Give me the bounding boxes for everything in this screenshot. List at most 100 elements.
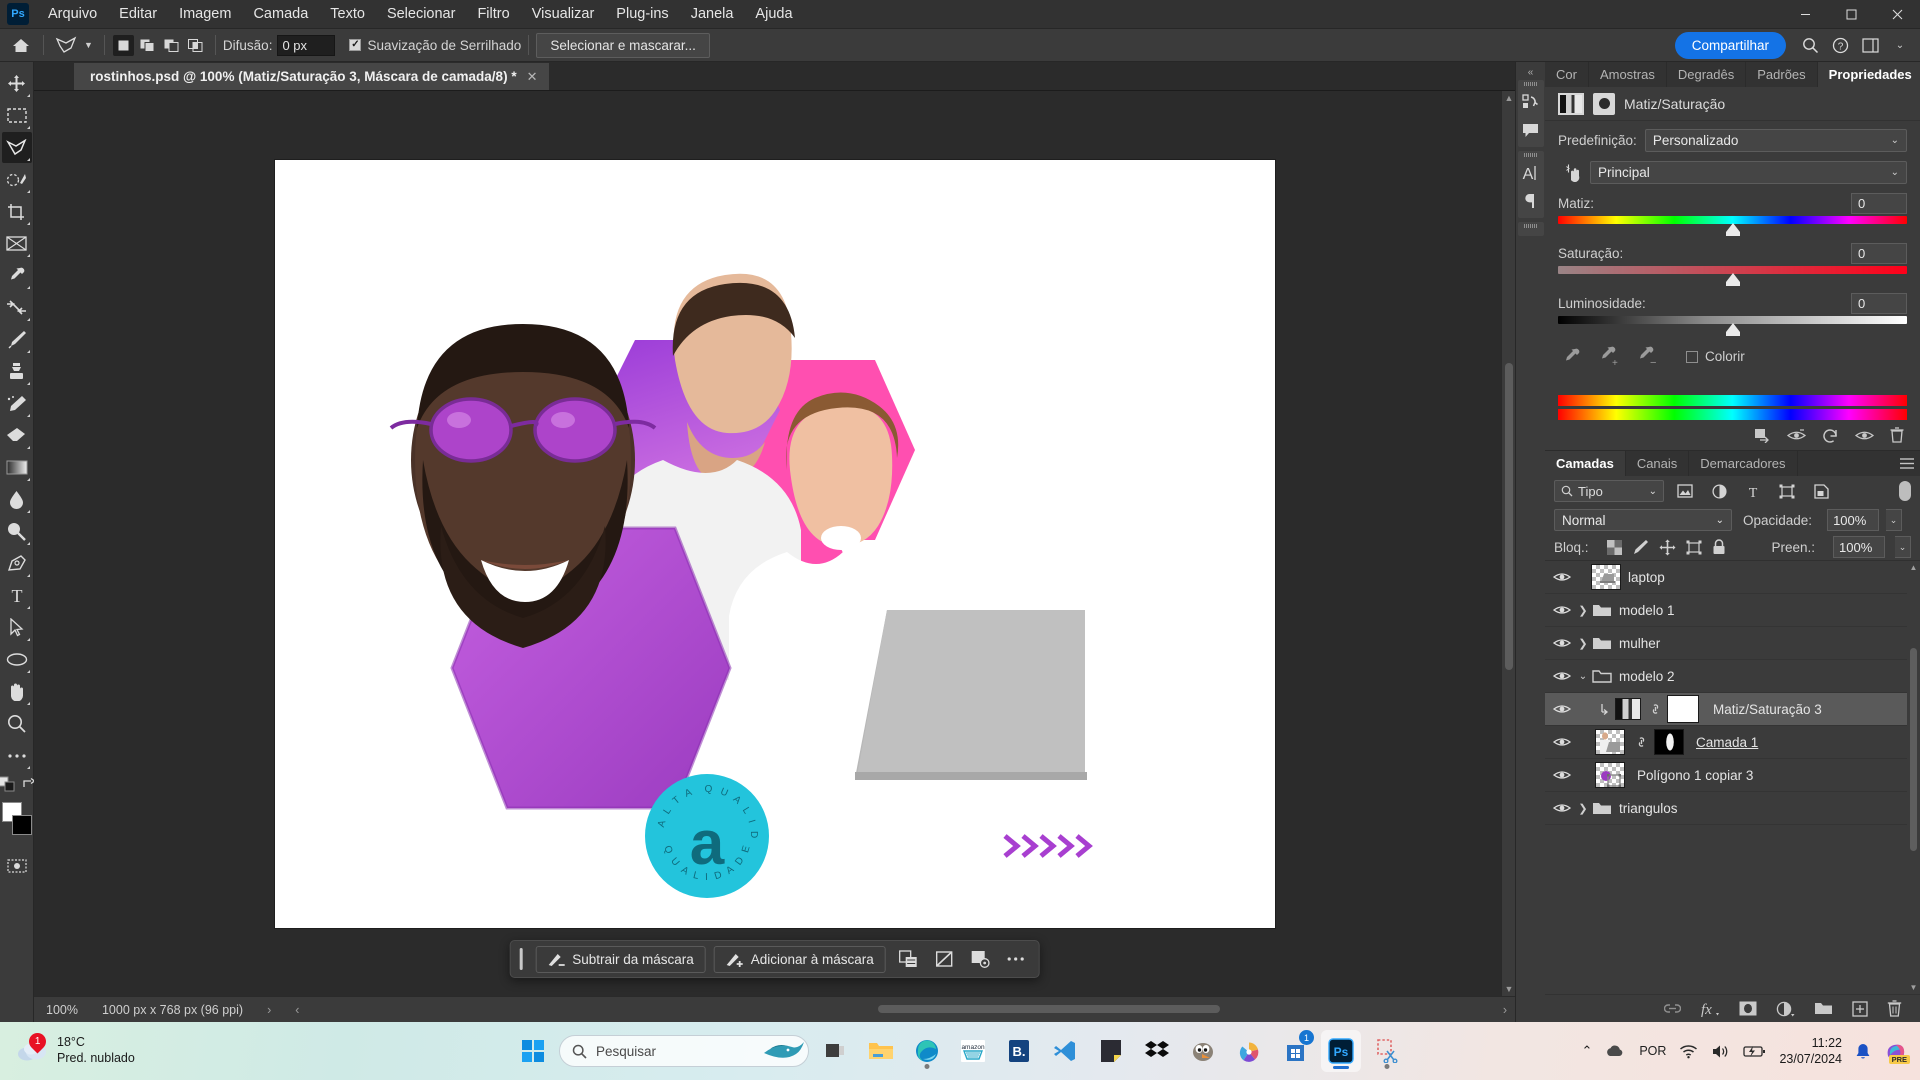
panel-menu-icon[interactable] [1894, 451, 1920, 476]
toggle-visibility-prev-icon[interactable] [1787, 428, 1806, 442]
layers-scrollbar[interactable]: ▲ ▼ [1907, 561, 1920, 994]
close-icon[interactable]: ✕ [527, 69, 538, 85]
panel-grip[interactable] [1518, 151, 1544, 159]
home-icon[interactable] [6, 32, 36, 58]
opacity-value[interactable]: 100% [1827, 509, 1880, 531]
channel-select[interactable]: Principal ⌄ [1590, 161, 1907, 184]
scroll-up-icon[interactable]: ▲ [1907, 561, 1920, 574]
mask-apply-icon[interactable] [966, 946, 994, 972]
new-layer-icon[interactable] [1852, 1000, 1868, 1017]
layer-row-mulher[interactable]: ❯ mulher [1545, 627, 1920, 660]
workspace-icon[interactable] [1856, 31, 1884, 59]
marquee-tool[interactable] [2, 100, 32, 131]
eye-icon[interactable] [1549, 703, 1575, 715]
scroll-thumb[interactable] [1505, 362, 1513, 671]
battery-charging-icon[interactable] [1743, 1044, 1766, 1058]
layer-row-modelo-1[interactable]: ❯ modelo 1 [1545, 594, 1920, 627]
disclosure-icon[interactable]: ⌄ [1575, 671, 1591, 682]
layer-name[interactable]: Polígono 1 copiar 3 [1637, 768, 1753, 783]
frame-tool[interactable] [2, 228, 32, 259]
panel-grip[interactable] [1518, 80, 1544, 88]
history-brush-tool[interactable] [2, 388, 32, 419]
lasso-tool[interactable] [1, 132, 32, 163]
layer-name[interactable]: Matiz/Saturação 3 [1713, 702, 1822, 717]
search-input[interactable]: Pesquisar [559, 1035, 809, 1067]
menu-imagem[interactable]: Imagem [168, 2, 242, 26]
maximize-button[interactable] [1828, 0, 1874, 29]
type-tool[interactable]: T [2, 580, 32, 611]
saturation-slider-knob[interactable] [1725, 273, 1740, 286]
lightness-slider-knob[interactable] [1725, 323, 1740, 336]
add-mask-icon[interactable] [1739, 1001, 1757, 1016]
more-options-icon[interactable] [1002, 946, 1030, 972]
brush-tool[interactable] [2, 324, 32, 355]
reset-icon[interactable] [1822, 428, 1839, 443]
menu-texto[interactable]: Texto [319, 2, 376, 26]
layer-row-matiz-saturacao-3[interactable]: Matiz/Saturação 3 [1545, 693, 1920, 726]
lock-artboard-icon[interactable] [1686, 540, 1702, 555]
layer-mask-thumbnail[interactable] [1667, 695, 1699, 723]
scroll-thumb[interactable] [1910, 647, 1917, 852]
status-next-icon[interactable]: › [1503, 1003, 1515, 1017]
path-selection-tool[interactable] [2, 612, 32, 643]
character-icon[interactable]: A [1518, 159, 1544, 187]
snipping-tool-icon[interactable] [1367, 1030, 1407, 1072]
menu-editar[interactable]: Editar [108, 2, 168, 26]
tray-expand-icon[interactable]: ⌃ [1581, 1043, 1592, 1059]
mask-settings-icon[interactable] [894, 946, 922, 972]
canvas-horizontal-scrollbar[interactable] [674, 1003, 1489, 1015]
link-icon[interactable] [1632, 735, 1650, 749]
layer-name[interactable]: laptop [1628, 570, 1665, 585]
layer-style-fx-icon[interactable]: fx [1700, 1000, 1720, 1017]
volume-icon[interactable] [1711, 1044, 1730, 1059]
fill-value[interactable]: 100% [1833, 536, 1885, 558]
tab-canais[interactable]: Canais [1626, 451, 1690, 476]
default-colors-icon[interactable] [0, 776, 16, 792]
eyedropper-icon[interactable] [1562, 347, 1581, 366]
layer-name[interactable]: mulher [1619, 636, 1660, 651]
vscode-icon[interactable] [1045, 1030, 1085, 1072]
pixel-filter-icon[interactable] [1672, 480, 1698, 502]
ellipse-tool[interactable] [2, 644, 32, 675]
selection-intersect-icon[interactable] [185, 35, 206, 56]
lightness-value[interactable]: 0 [1851, 293, 1907, 314]
antialias-checkbox[interactable]: Suavização de Serrilhado [349, 38, 521, 53]
eye-icon[interactable] [1549, 637, 1575, 649]
menu-filtro[interactable]: Filtro [466, 2, 520, 26]
eye-icon[interactable] [1549, 571, 1575, 583]
hue-range-bar-top[interactable] [1558, 395, 1907, 406]
status-collapse-icon[interactable]: ‹ [283, 1003, 311, 1017]
eye-icon[interactable] [1549, 736, 1575, 748]
hue-slider[interactable] [1558, 216, 1907, 236]
eye-icon[interactable] [1549, 670, 1575, 682]
blur-tool[interactable] [2, 484, 32, 515]
eyedropper-subtract-icon[interactable]: − [1636, 346, 1657, 367]
mask-floating-toolbar[interactable]: Subtrair da máscara Adicionar à máscara [509, 940, 1040, 978]
layer-thumbnail[interactable] [1595, 762, 1625, 788]
layer-list[interactable]: laptop ❯ modelo 1 ❯ mulher ⌄ modelo 2 Ma… [1545, 560, 1920, 994]
zoom-tool[interactable] [2, 708, 32, 739]
share-button[interactable]: Compartilhar [1674, 31, 1786, 59]
menu-visualizar[interactable]: Visualizar [521, 2, 606, 26]
eye-icon[interactable] [1549, 802, 1575, 814]
subtract-from-mask-button[interactable]: Subtrair da máscara [535, 945, 706, 973]
eye-icon[interactable] [1549, 604, 1575, 616]
adjustment-thumbnail[interactable] [1615, 698, 1641, 720]
hand-tool[interactable] [2, 676, 32, 707]
scroll-thumb[interactable] [877, 1005, 1221, 1013]
layer-row-triangulos[interactable]: ❯ triangulos [1545, 792, 1920, 825]
comments-icon[interactable] [1518, 116, 1544, 144]
krita-icon[interactable] [1229, 1030, 1269, 1072]
scroll-down-icon[interactable]: ▼ [1907, 981, 1920, 994]
layer-name[interactable]: modelo 1 [1619, 603, 1675, 618]
file-explorer-icon[interactable] [861, 1030, 901, 1072]
layer-thumbnail[interactable] [1591, 564, 1621, 590]
booking-icon[interactable]: B. [999, 1030, 1039, 1072]
scroll-up-icon[interactable]: ▲ [1502, 91, 1515, 105]
document-tab[interactable]: rostinhos.psd @ 100% (Matiz/Saturação 3,… [74, 63, 551, 90]
libraries-icon[interactable] [1518, 88, 1544, 116]
eyedropper-add-icon[interactable]: + [1598, 346, 1619, 367]
panel-grip[interactable] [1518, 222, 1544, 230]
canvas-viewport[interactable]: a A L T A Q U A L I D A D E Q U A L I D … [34, 91, 1515, 996]
copilot-icon[interactable]: PRE [1884, 1039, 1910, 1064]
